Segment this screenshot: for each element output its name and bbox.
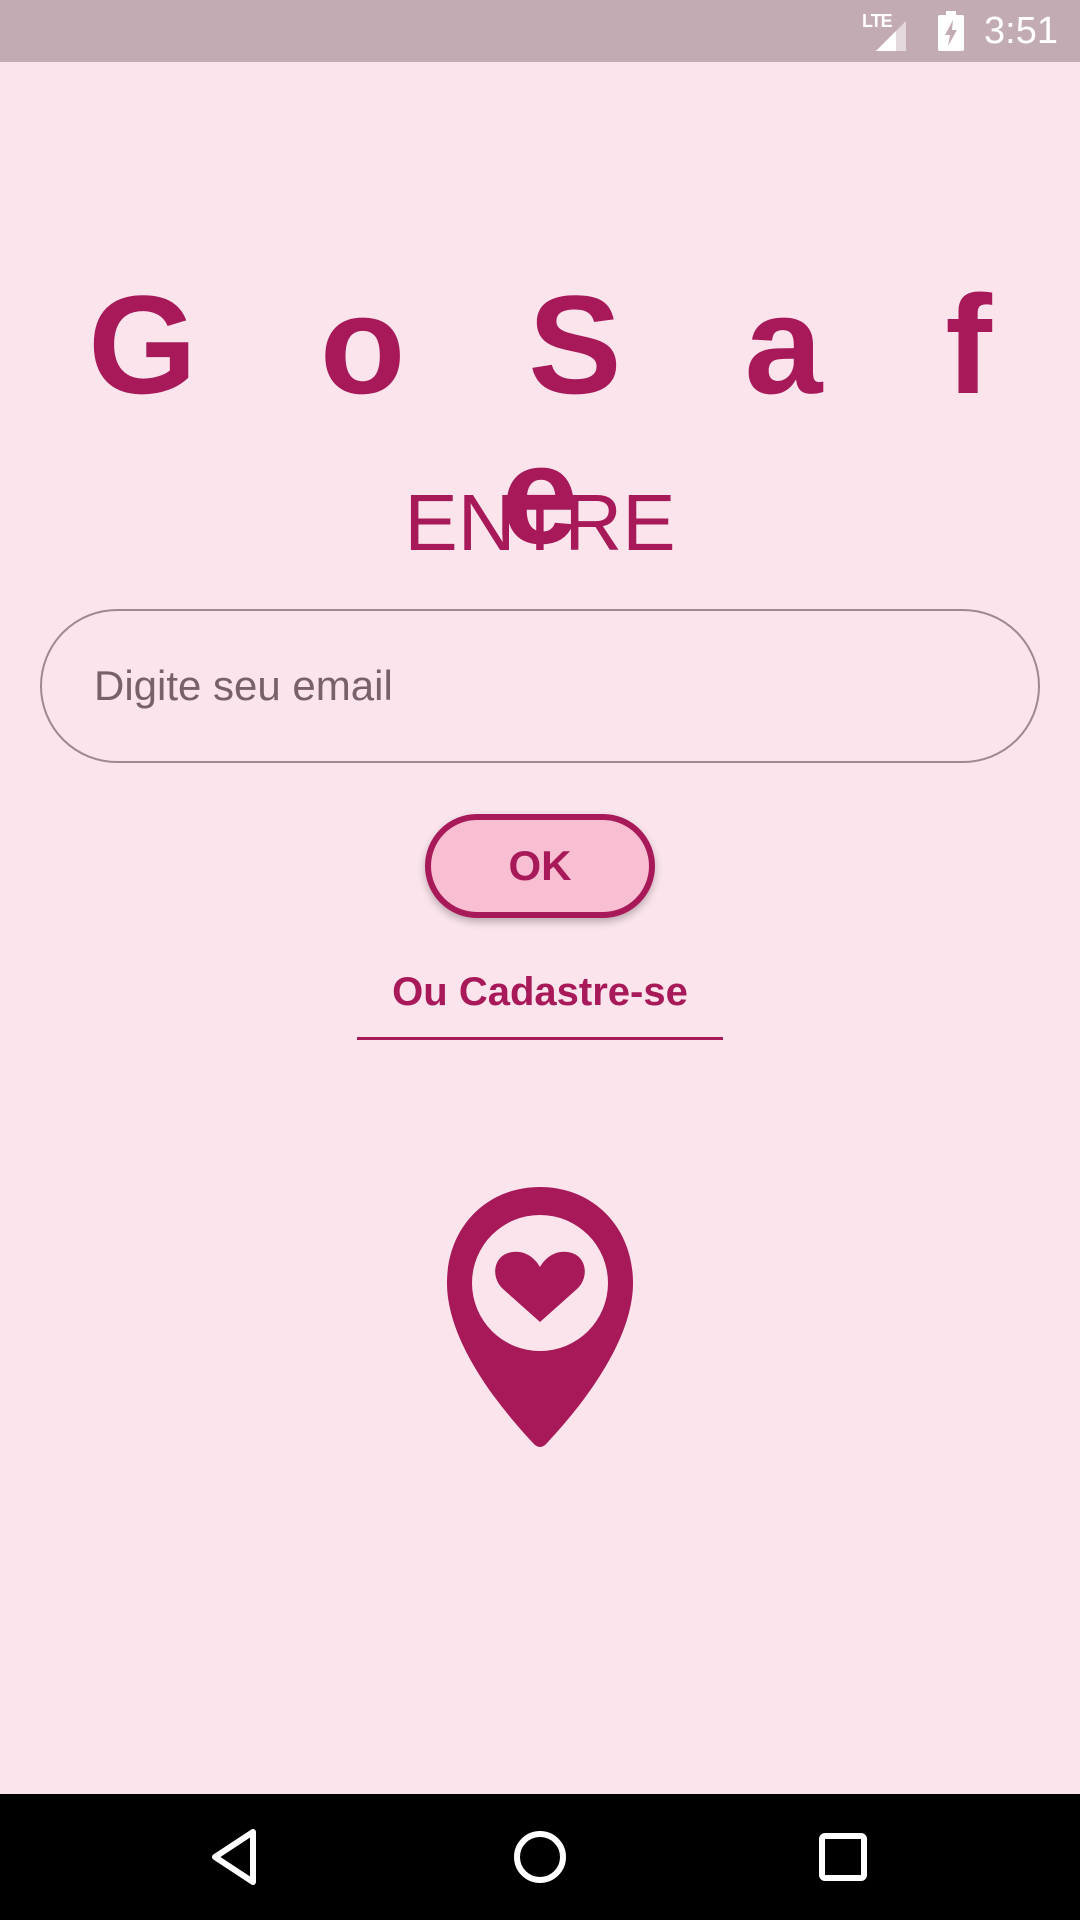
status-bar: LTE 3:51 bbox=[0, 0, 1080, 62]
recent-apps-icon[interactable] bbox=[810, 1824, 876, 1890]
navigation-bar bbox=[0, 1794, 1080, 1920]
email-input[interactable] bbox=[94, 662, 1038, 710]
heart-location-pin-icon bbox=[445, 1185, 635, 1450]
battery-charging-icon bbox=[938, 11, 965, 51]
login-heading: ENTRE bbox=[404, 478, 676, 567]
home-icon[interactable] bbox=[507, 1824, 573, 1890]
email-field[interactable] bbox=[40, 609, 1040, 763]
back-icon[interactable] bbox=[203, 1824, 269, 1890]
status-time: 3:51 bbox=[984, 9, 1058, 52]
signup-link[interactable]: Ou Cadastre-se bbox=[357, 960, 723, 1040]
lte-signal-icon: LTE bbox=[862, 11, 908, 51]
ok-button[interactable]: OK bbox=[425, 814, 655, 918]
login-screen: LTE 3:51 G o S a f e ENTRE OK Ou Cadastr… bbox=[0, 0, 1080, 1920]
